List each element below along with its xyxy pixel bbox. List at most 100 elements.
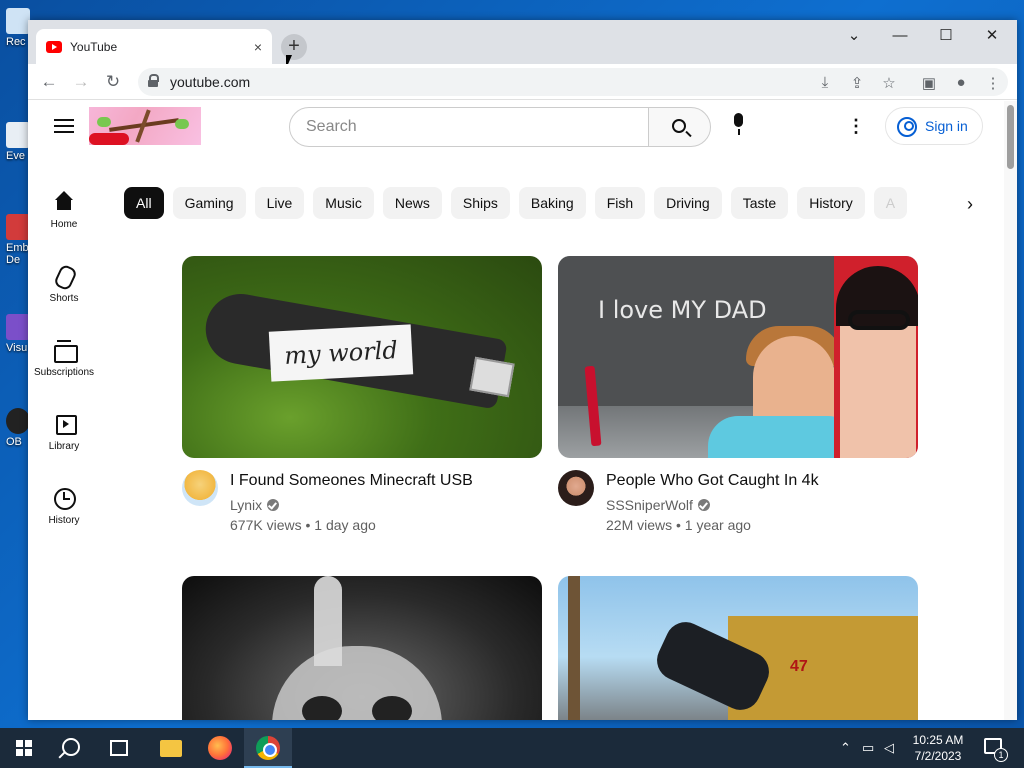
guide-item-label: Shorts [49, 293, 79, 304]
chip-driving[interactable]: Driving [654, 187, 722, 219]
start-button[interactable] [0, 728, 48, 768]
forward-button[interactable]: → [69, 70, 93, 94]
channel-name[interactable]: Lynix [230, 497, 262, 513]
chevron-right-icon[interactable]: › [958, 193, 982, 217]
taskbar: ⌃ ▭ ◁ 10:25 AM 7/2/2023 1 [0, 728, 1024, 768]
shortcut-icon [6, 122, 30, 148]
chip-taste[interactable]: Taste [730, 187, 789, 219]
channel-name[interactable]: SSSniperWolf [606, 497, 693, 513]
clock-date: 7/2/2023 [914, 749, 962, 763]
system-clock[interactable]: 10:25 AM 7/2/2023 [902, 732, 974, 764]
install-app-icon[interactable]: ⤓ [815, 74, 835, 91]
tab-close-icon[interactable]: × [254, 39, 262, 55]
chip-all[interactable]: All [124, 187, 164, 219]
video-title[interactable]: People Who Got Caught In 4k [606, 470, 918, 492]
verified-badge-icon [267, 499, 280, 511]
lock-icon[interactable] [148, 74, 159, 88]
page-scrollbar[interactable] [1004, 101, 1017, 720]
video-card[interactable] [558, 576, 918, 720]
guide-item-label: Home [50, 219, 78, 230]
guide-item-subscriptions[interactable]: Subscriptions [28, 325, 100, 399]
browser-toolbar: ← → ↻ youtube.com ⤓ ⇪ ☆ ▣ ● ⋮ [28, 64, 1017, 100]
chip-news[interactable]: News [382, 187, 442, 219]
video-thumbnail[interactable]: I love MY DAD [558, 256, 918, 458]
address-bar[interactable]: youtube.com [138, 68, 1008, 96]
menu-icon[interactable] [54, 119, 74, 133]
minimize-button[interactable]: — [877, 24, 923, 48]
youtube-favicon-icon [46, 40, 62, 53]
sign-in-button[interactable]: Sign in [885, 107, 983, 145]
side-panel-icon[interactable]: ▣ [919, 74, 939, 92]
chip-partial[interactable]: A [873, 187, 908, 219]
chip-music[interactable]: Music [313, 187, 374, 219]
windows-logo-icon [16, 740, 32, 756]
thumbnail-caption: my world [268, 324, 414, 382]
channel-avatar[interactable] [558, 470, 594, 506]
notification-count-badge: 1 [994, 748, 1008, 762]
guide-item-label: Subscriptions [33, 367, 95, 378]
maximize-button[interactable]: ☐ [923, 24, 969, 48]
history-icon [53, 487, 76, 510]
tab-search-icon[interactable]: ⌄ [831, 24, 877, 48]
guide-item-home[interactable]: Home [28, 177, 100, 251]
guide-item-label: Library [48, 441, 80, 452]
desktop-icon-label: Visu [6, 342, 28, 354]
scrollbar-thumb[interactable] [1007, 105, 1014, 169]
browser-menu-icon[interactable]: ⋮ [983, 74, 1003, 92]
shorts-icon [53, 265, 75, 287]
youtube-page: Search ⋮ Sign in Home Shorts Subscriptio… [28, 101, 1004, 720]
search-button[interactable] [648, 107, 711, 147]
reload-button[interactable]: ↻ [101, 70, 125, 94]
video-thumbnail[interactable] [182, 576, 542, 720]
chip-ships[interactable]: Ships [450, 187, 510, 219]
settings-more-icon[interactable]: ⋮ [846, 115, 866, 137]
sign-in-label: Sign in [925, 118, 968, 134]
video-thumbnail[interactable] [558, 576, 918, 720]
firefox-icon[interactable] [208, 736, 232, 760]
channel-avatar[interactable] [182, 470, 218, 506]
microphone-icon[interactable] [729, 111, 749, 141]
new-tab-button[interactable]: + [281, 34, 307, 60]
account-icon [897, 117, 917, 137]
task-view-icon[interactable] [110, 740, 128, 756]
guide-item-history[interactable]: History [28, 473, 100, 547]
file-explorer-icon[interactable] [160, 740, 182, 757]
video-card[interactable]: I love MY DAD People Who Got Caught In 4… [558, 256, 918, 556]
guide-sidebar: Home Shorts Subscriptions Library Histor… [28, 177, 100, 547]
app-icon [6, 214, 30, 240]
desktop-icon-label: Rec [6, 36, 26, 48]
guide-item-library[interactable]: Library [28, 399, 100, 473]
video-card[interactable]: my world I Found Someones Minecraft USB … [182, 256, 542, 556]
video-card[interactable] [182, 576, 542, 720]
chip-live[interactable]: Live [254, 187, 305, 219]
chip-fish[interactable]: Fish [594, 187, 646, 219]
verified-badge-icon [697, 499, 710, 511]
tab-youtube[interactable]: YouTube × [36, 29, 272, 64]
chip-gaming[interactable]: Gaming [172, 187, 246, 219]
close-window-button[interactable]: ✕ [969, 24, 1015, 48]
chrome-icon [256, 736, 280, 760]
chrome-taskbar-button[interactable] [244, 728, 292, 768]
chevron-up-icon[interactable]: ⌃ [840, 740, 851, 756]
youtube-logo[interactable] [89, 107, 201, 145]
chip-history[interactable]: History [797, 187, 865, 219]
video-thumbnail[interactable]: my world [182, 256, 542, 458]
search-icon [672, 119, 686, 133]
video-title[interactable]: I Found Someones Minecraft USB [230, 470, 542, 492]
desktop-icon-label: Eve [6, 150, 25, 162]
share-icon[interactable]: ⇪ [847, 74, 867, 92]
search-input[interactable]: Search [289, 107, 649, 147]
library-icon [53, 413, 77, 435]
guide-item-shorts[interactable]: Shorts [28, 251, 100, 325]
masthead: Search ⋮ Sign in [28, 101, 1004, 157]
back-button[interactable]: ← [37, 70, 61, 94]
url-text[interactable]: youtube.com [170, 74, 250, 90]
video-stats: 22M views • 1 year ago [606, 517, 751, 533]
search-icon[interactable] [62, 738, 80, 756]
network-icon[interactable]: ▭ [862, 740, 874, 756]
video-stats: 677K views • 1 day ago [230, 517, 376, 533]
chip-baking[interactable]: Baking [518, 187, 586, 219]
profile-icon[interactable]: ● [951, 74, 971, 91]
bookmark-star-icon[interactable]: ☆ [879, 74, 899, 92]
volume-muted-icon[interactable]: ◁ [884, 740, 894, 756]
